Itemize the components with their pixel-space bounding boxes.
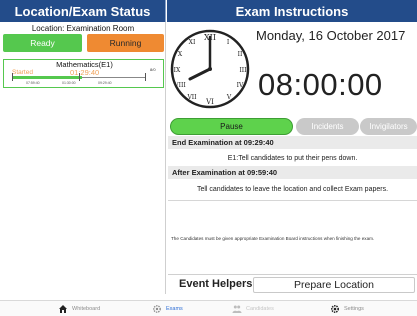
nav-whiteboard[interactable]: Whiteboard xyxy=(58,303,100,315)
ready-label: Ready xyxy=(30,38,55,48)
svg-text:VIII: VIII xyxy=(173,82,186,89)
nav-exams-label: Exams xyxy=(166,306,183,312)
location-status-panel: Location: Examination Room Ready Running… xyxy=(0,22,166,294)
right-panel-title: Exam Instructions xyxy=(235,3,349,19)
instruction-block: After Examination at 09:59:40 Tell candi… xyxy=(168,166,417,201)
svg-text:XI: XI xyxy=(189,39,196,46)
gear-icon xyxy=(153,305,161,313)
analog-clock: XII I II III IV V VI VII VIII IX X XI xyxy=(168,23,252,115)
pause-label: Pause xyxy=(220,122,243,131)
svg-text:III: III xyxy=(239,67,247,74)
exam-card[interactable]: Mathematics(E1) Started 01:29:40 8/0 07:… xyxy=(3,59,164,88)
svg-text:V: V xyxy=(226,94,232,101)
nav-whiteboard-label: Whiteboard xyxy=(72,306,101,312)
svg-text:IX: IX xyxy=(174,67,181,74)
nav-candidates[interactable]: Candidates xyxy=(232,303,274,315)
exam-tick-label: 01:30:00 xyxy=(62,81,76,85)
running-label: Running xyxy=(109,38,142,48)
incidents-label: Incidents xyxy=(311,122,344,131)
exam-tick-label: 09:29:40 xyxy=(98,81,112,85)
event-helpers-bar: Event Helpers Prepare Location xyxy=(168,274,417,294)
exam-tick-end xyxy=(145,73,146,81)
control-tabs: Pause Incidents Invigilators xyxy=(170,118,417,135)
invigilators-label: Invigilators xyxy=(369,122,408,131)
left-panel-header: Location/Exam Status xyxy=(0,0,166,22)
event-helpers-label: Event Helpers xyxy=(179,278,253,290)
instruction-heading: End Examination at 09:29:40 xyxy=(168,136,417,149)
nav-settings-label: Settings xyxy=(344,306,364,312)
instruction-text: Tell candidates to leave the location an… xyxy=(168,179,417,201)
nav-settings[interactable]: Settings xyxy=(330,303,364,315)
bottom-tab-bar: Whiteboard Exams Candidates Settings xyxy=(0,300,417,316)
nav-candidates-label: Candidates xyxy=(246,306,274,312)
exam-started-label: Started xyxy=(12,69,33,76)
home-icon xyxy=(59,305,67,313)
svg-text:II: II xyxy=(238,51,243,58)
prepare-location-button[interactable]: Prepare Location xyxy=(253,277,415,293)
exam-tick-label: 07:59:40 xyxy=(26,81,40,85)
exam-progress-bar xyxy=(12,76,82,79)
svg-text:VII: VII xyxy=(186,94,197,101)
exam-tick-start xyxy=(12,73,13,81)
running-button[interactable]: Running xyxy=(87,34,164,52)
clock-face-icon: XII I II III IV V VI VII VIII IX X XI xyxy=(170,29,250,109)
current-date: Monday, 16 October 2017 xyxy=(256,28,406,43)
instruction-heading: After Examination at 09:59:40 xyxy=(168,166,417,179)
nav-exams[interactable]: Exams xyxy=(152,303,183,315)
svg-text:IV: IV xyxy=(237,82,244,89)
location-label: Location: Examination Room xyxy=(31,24,135,33)
exam-end-marker: 8/0 xyxy=(150,67,156,72)
left-panel-title: Location/Exam Status xyxy=(14,3,151,19)
pause-button[interactable]: Pause xyxy=(170,118,293,135)
people-icon xyxy=(232,305,242,313)
right-panel-header: Exam Instructions xyxy=(167,0,417,22)
invigilators-tab[interactable]: Invigilators xyxy=(360,118,417,135)
current-time: 08:00:00 xyxy=(258,67,383,102)
instruction-note: The Candidates must be given appropriate… xyxy=(171,236,375,241)
exam-tick-mid xyxy=(79,73,80,81)
svg-text:X: X xyxy=(178,51,183,58)
instruction-block: End Examination at 09:29:40 E1:Tell cand… xyxy=(168,136,417,168)
gear-icon xyxy=(330,304,340,314)
prepare-location-label: Prepare Location xyxy=(294,279,374,291)
svg-text:VI: VI xyxy=(205,98,214,106)
ready-button[interactable]: Ready xyxy=(3,34,82,52)
incidents-tab[interactable]: Incidents xyxy=(296,118,359,135)
